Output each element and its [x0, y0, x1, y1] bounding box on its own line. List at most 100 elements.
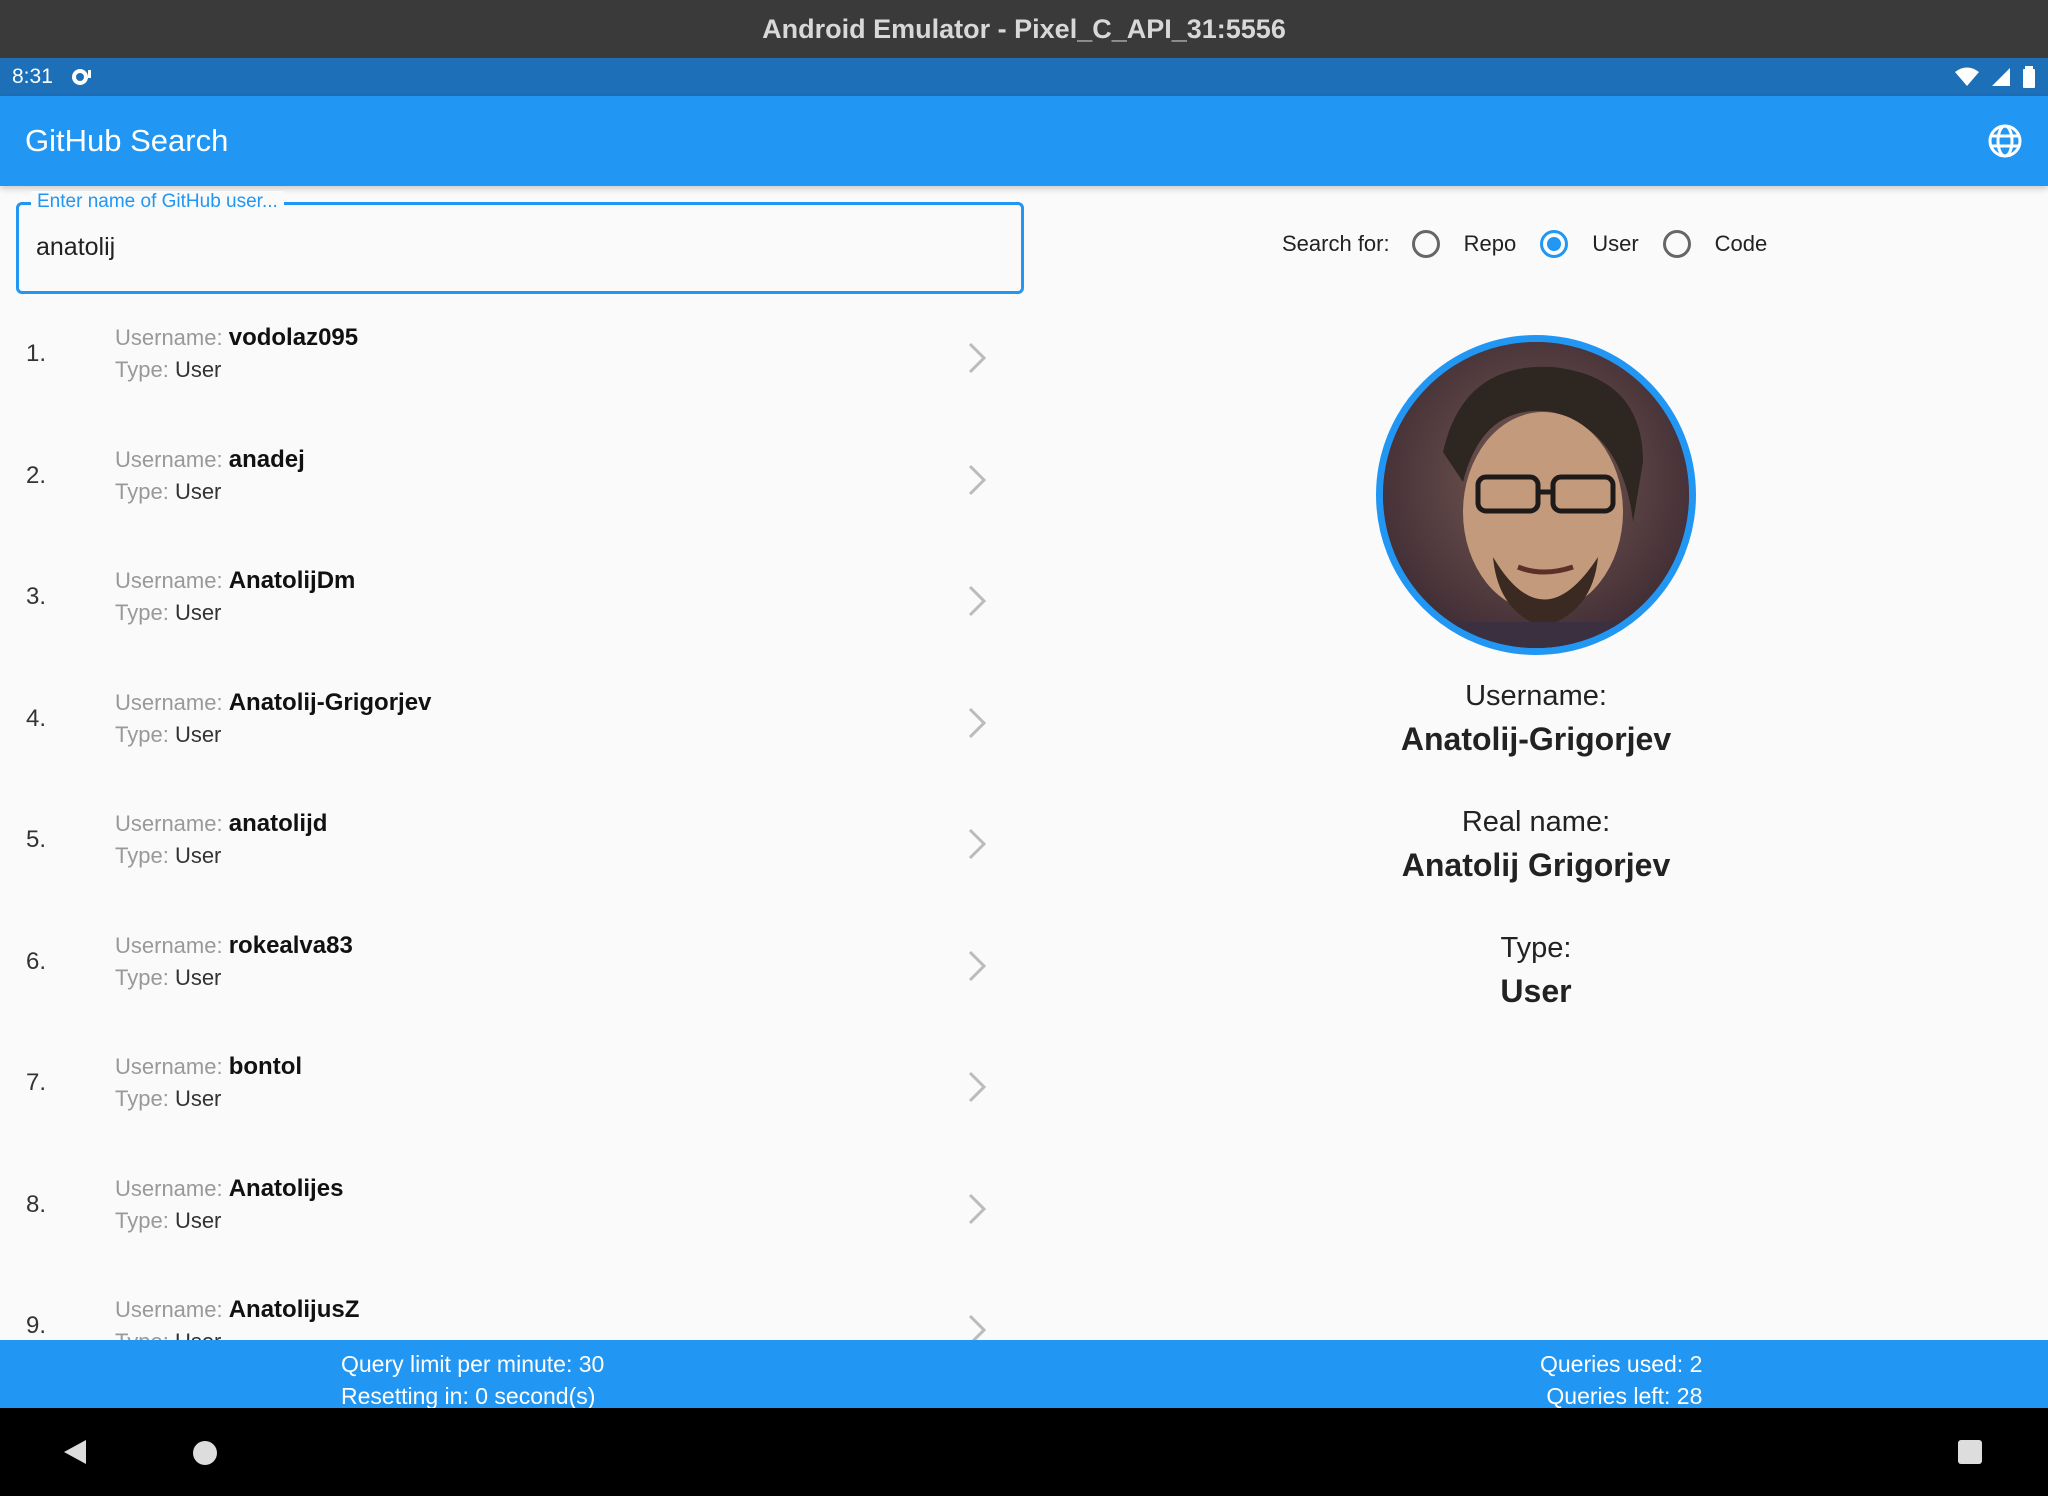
list-item-type-line: Type: User: [115, 479, 221, 505]
username-label: Username:: [115, 325, 223, 350]
search-field-label: Enter name of GitHub user...: [31, 191, 284, 213]
list-item-username: bontol: [228, 1053, 303, 1080]
type-label: Type:: [115, 600, 169, 625]
list-item-number: 5.: [26, 826, 47, 853]
username-label: Username:: [115, 568, 223, 593]
signal-icon: [1992, 68, 2010, 86]
list-item-type-line: Type: User: [115, 1329, 221, 1340]
list-item[interactable]: 9. Username: AnatolijusZ Type: User: [0, 1282, 1024, 1340]
android-nav-bar: [0, 1408, 2048, 1496]
globe-icon[interactable]: [1987, 123, 2023, 159]
detail-realname: Real name: Anatolij Grigorjev: [1280, 806, 1792, 884]
type-label: Type:: [115, 478, 169, 504]
list-item-username: vodolaz095: [228, 324, 359, 351]
list-item-username-line: Username: Anatolij-Grigorjev: [115, 689, 431, 717]
radio-selected-dot: [1547, 237, 1562, 251]
recents-icon[interactable]: [1958, 1440, 1982, 1464]
search-for-label: Search for:: [1282, 231, 1390, 256]
list-item-type: User: [174, 721, 222, 747]
radio-code-label: Code: [1714, 231, 1768, 256]
list-item-type: User: [175, 1329, 221, 1340]
list-item-type-line: Type: User: [115, 722, 221, 748]
list-item-type: User: [174, 478, 222, 504]
chevron-right-icon: [968, 707, 987, 738]
radio-user[interactable]: [1540, 230, 1569, 258]
list-item-username-line: Username: anatolijd: [115, 810, 327, 838]
avatar: [1376, 335, 1696, 655]
battery-icon: [2023, 66, 2035, 88]
list-item-number: 4.: [26, 704, 47, 732]
chevron-right-icon: [968, 342, 987, 374]
radio-repo[interactable]: [1411, 230, 1440, 258]
query-limit-text: Query limit per minute: 30: [341, 1351, 605, 1377]
detail-type: Type: User: [1280, 932, 1792, 1010]
list-item[interactable]: 6. Username: rokealva83 Type: User: [0, 918, 1024, 1040]
username-label: Username:: [115, 446, 223, 472]
radio-repo-label: Repo: [1463, 231, 1517, 256]
detail-username: Username: Anatolij-Grigorjev: [1280, 680, 1792, 758]
list-item-username: AnatolijDm: [228, 567, 356, 594]
results-list[interactable]: 1. Username: vodolaz095 Type: User 2. Us…: [0, 310, 1024, 1340]
type-label: Type:: [115, 843, 169, 868]
list-item-type-line: Type: User: [115, 1086, 221, 1112]
radio-option-user[interactable]: User: [1540, 230, 1639, 258]
list-item[interactable]: 1. Username: vodolaz095 Type: User: [0, 310, 1024, 432]
list-item-number: 1.: [26, 340, 47, 367]
detail-username-value: Anatolij-Grigorjev: [1400, 721, 1672, 757]
list-item[interactable]: 4. Username: Anatolij-Grigorjev Type: Us…: [0, 675, 1024, 797]
app-title: GitHub Search: [25, 123, 229, 158]
list-item-type-line: Type: User: [115, 1208, 221, 1234]
android-status-bar: 8:31: [0, 58, 2048, 96]
list-item[interactable]: 5. Username: anatolijd Type: User: [0, 796, 1024, 918]
radio-option-code[interactable]: Code: [1662, 230, 1768, 258]
avatar-portrait: [1383, 342, 1689, 648]
status-time: 8:31: [12, 65, 53, 88]
list-item[interactable]: 7. Username: bontol Type: User: [0, 1039, 1024, 1161]
list-item-username-line: Username: vodolaz095: [115, 324, 358, 352]
list-item-number: 8.: [26, 1190, 47, 1218]
list-item-number: 3.: [26, 583, 47, 610]
username-label: Username:: [115, 689, 223, 715]
back-icon[interactable]: [62, 1438, 88, 1466]
footer-left: Query limit per minute: 30 Resetting in:…: [341, 1348, 604, 1412]
chevron-right-icon: [968, 1193, 987, 1224]
type-label: Type:: [115, 964, 169, 990]
username-label: Username:: [115, 932, 223, 958]
chevron-right-icon: [968, 828, 987, 860]
window-title: Android Emulator - Pixel_C_API_31:5556: [762, 13, 1286, 44]
search-input[interactable]: [36, 227, 996, 267]
username-label: Username:: [115, 1054, 223, 1079]
radio-option-repo[interactable]: Repo: [1411, 230, 1517, 258]
search-field[interactable]: Enter name of GitHub user...: [16, 191, 1024, 294]
chevron-right-icon: [968, 950, 987, 981]
list-item-type-line: Type: User: [115, 357, 221, 383]
window-title-bar: Android Emulator - Pixel_C_API_31:5556: [0, 0, 2048, 58]
list-item[interactable]: 8. Username: Anatolijes Type: User: [0, 1161, 1024, 1283]
list-item-type: User: [174, 600, 222, 625]
list-item[interactable]: 2. Username: anadej Type: User: [0, 432, 1024, 554]
list-item-number: 9.: [26, 1312, 47, 1339]
list-item-username: anatolijd: [228, 810, 328, 837]
chevron-right-icon: [968, 585, 987, 617]
list-item-username-line: Username: anadej: [115, 446, 305, 474]
radio-code[interactable]: [1662, 230, 1691, 258]
chevron-right-icon: [968, 464, 987, 495]
list-item-type: User: [174, 1207, 222, 1233]
chevron-right-icon: [968, 1071, 987, 1103]
detail-type-label: Type:: [1500, 932, 1572, 964]
list-item-type: User: [174, 357, 222, 382]
list-item-type-line: Type: User: [115, 843, 221, 869]
type-label: Type:: [115, 1086, 169, 1111]
chevron-right-icon: [968, 1314, 987, 1340]
list-item[interactable]: 3. Username: AnatolijDm Type: User: [0, 553, 1024, 675]
list-item-number: 6.: [26, 947, 47, 975]
username-label: Username:: [115, 811, 223, 836]
notification-icon: [71, 69, 91, 85]
username-label: Username:: [115, 1175, 223, 1201]
detail-username-label: Username:: [1465, 680, 1607, 712]
type-label: Type:: [115, 357, 169, 382]
list-item-username: Anatolij-Grigorjev: [228, 688, 432, 716]
list-item-username-line: Username: AnatolijusZ: [115, 1296, 359, 1324]
home-icon[interactable]: [193, 1441, 217, 1465]
detail-realname-label: Real name:: [1461, 806, 1611, 838]
